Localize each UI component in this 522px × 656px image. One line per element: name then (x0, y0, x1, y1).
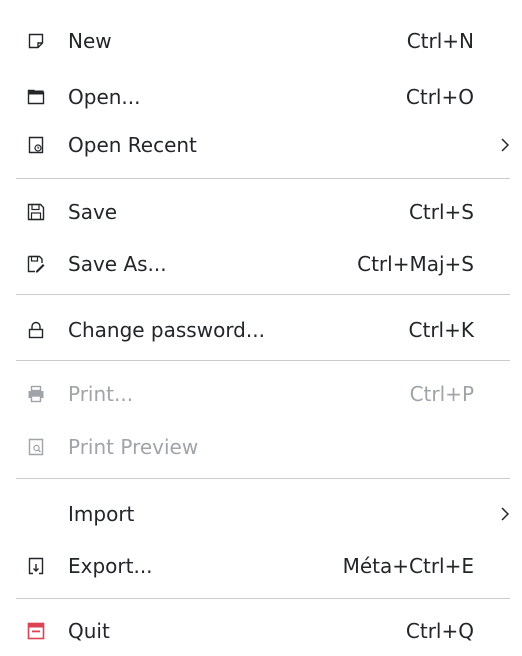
menu-item-change-password-label: Change password... (68, 318, 265, 342)
menu-item-export-shortcut: Méta+Ctrl+E (342, 554, 474, 578)
menu-item-import[interactable]: Import (0, 486, 522, 542)
new-document-icon (26, 31, 46, 51)
menu-item-save-as-shortcut: Ctrl+Maj+S (357, 252, 474, 276)
separator (16, 478, 510, 479)
separator (16, 360, 510, 361)
menu-item-print-preview: Print Preview (0, 419, 522, 475)
print-preview-icon (26, 437, 46, 457)
menu-item-export[interactable]: Export... Méta+Ctrl+E (0, 538, 522, 594)
menu-item-quit-label: Quit (68, 619, 110, 643)
menu-item-open-label: Open... (68, 85, 141, 109)
separator (16, 294, 510, 295)
printer-icon (26, 384, 46, 404)
menu-item-save-as-label: Save As... (68, 252, 167, 276)
menu-item-save-as[interactable]: Save As... Ctrl+Maj+S (0, 236, 522, 292)
menu-item-new-shortcut: Ctrl+N (406, 29, 474, 53)
menu-item-save[interactable]: Save Ctrl+S (0, 184, 522, 240)
menu-item-change-password[interactable]: Change password... Ctrl+K (0, 302, 522, 358)
separator (16, 598, 510, 599)
menu-item-open-recent[interactable]: Open Recent (0, 117, 522, 173)
menu-item-print-shortcut: Ctrl+P (409, 382, 474, 406)
separator (16, 178, 510, 179)
menu-item-quit[interactable]: Quit Ctrl+Q (0, 603, 522, 656)
folder-open-icon (26, 87, 46, 107)
menu-item-print: Print... Ctrl+P (0, 366, 522, 422)
menu-item-new-label: New (68, 29, 112, 53)
save-icon (26, 202, 46, 222)
menu-item-new[interactable]: New Ctrl+N (0, 13, 522, 69)
menu-item-save-label: Save (68, 200, 118, 224)
menu-item-print-preview-label: Print Preview (68, 435, 199, 459)
menu-item-save-shortcut: Ctrl+S (408, 200, 474, 224)
menu-item-export-label: Export... (68, 554, 153, 578)
menu-item-open-recent-label: Open Recent (68, 133, 197, 157)
lock-icon (26, 320, 46, 340)
export-icon (26, 556, 46, 576)
chevron-right-icon (498, 504, 512, 524)
file-menu: New Ctrl+N Open... Ctrl+O Open Recent Sa… (0, 0, 522, 656)
menu-item-change-password-shortcut: Ctrl+K (408, 318, 474, 342)
menu-item-print-label: Print... (68, 382, 134, 406)
recent-document-icon (26, 135, 46, 155)
chevron-right-icon (498, 135, 512, 155)
menu-item-import-label: Import (68, 502, 135, 526)
menu-item-quit-shortcut: Ctrl+Q (405, 619, 474, 643)
menu-item-open-shortcut: Ctrl+O (405, 85, 474, 109)
quit-icon (26, 621, 46, 641)
save-as-icon (26, 254, 46, 274)
